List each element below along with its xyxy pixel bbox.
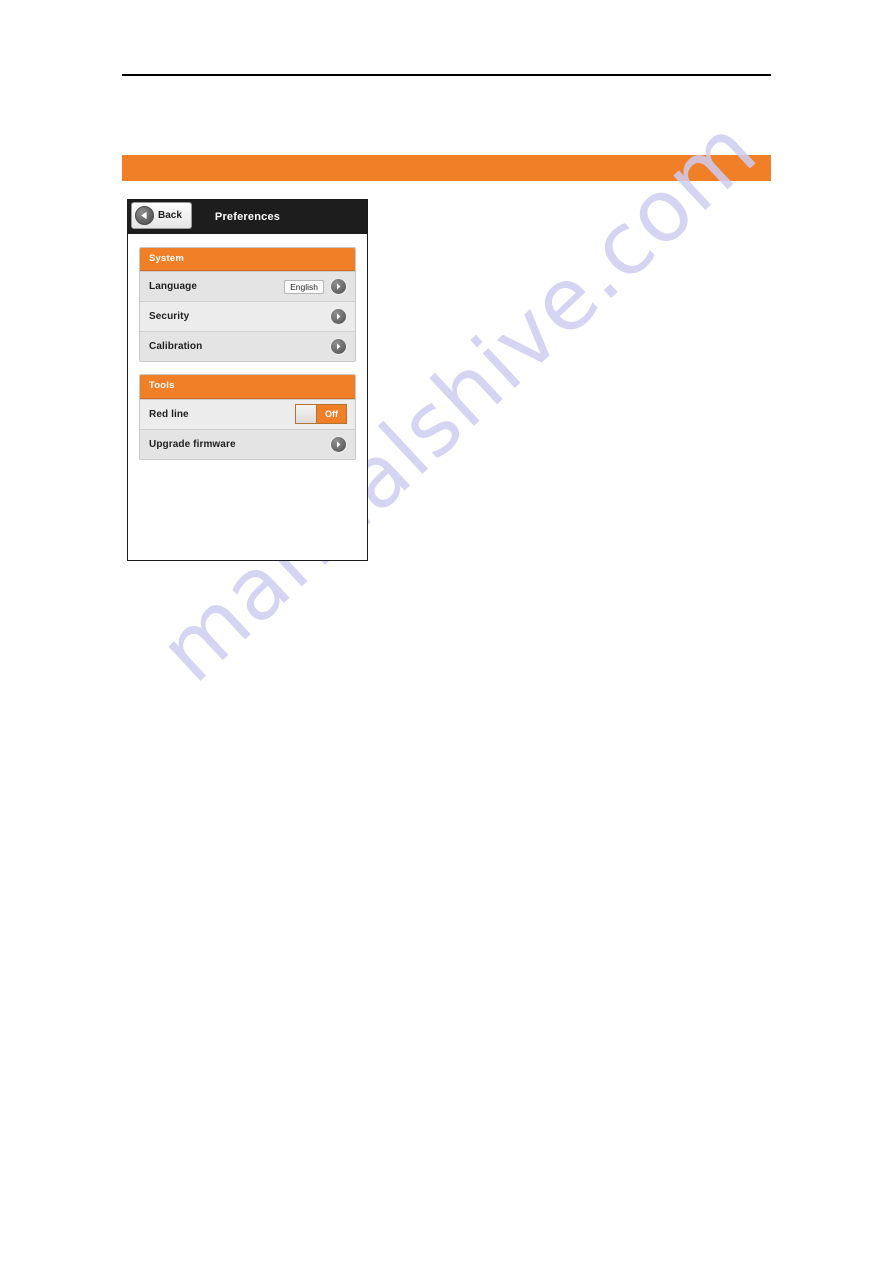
device-titlebar: Back Preferences (128, 200, 367, 234)
row-label: Security (149, 311, 190, 323)
settings-row-language[interactable]: Language English (140, 271, 355, 302)
settings-group-tools: Tools Red line Off Upgrade firmware (139, 374, 356, 460)
section-banner (122, 155, 771, 181)
group-header-tools: Tools (140, 375, 355, 399)
settings-row-security[interactable]: Security (140, 301, 355, 332)
arrow-left-circle-icon (135, 206, 154, 225)
chevron-right-icon[interactable] (330, 338, 347, 356)
group-header-system: System (140, 248, 355, 272)
device-screenshot: Back Preferences System Language English (127, 199, 368, 561)
header-rule (122, 74, 771, 76)
chevron-right-icon[interactable] (330, 278, 347, 296)
settings-row-red-line[interactable]: Red line Off (140, 398, 355, 429)
settings-group-system: System Language English Security Calibra… (139, 247, 356, 363)
settings-row-upgrade-firmware[interactable]: Upgrade firmware (140, 428, 355, 459)
back-button-label: Back (158, 209, 182, 221)
document-page: manualshive.com Back Preferences System … (0, 0, 893, 1263)
chevron-right-icon[interactable] (330, 308, 347, 326)
row-label: Red line (149, 408, 189, 420)
row-label: Language (149, 281, 198, 293)
toggle-knob[interactable] (296, 405, 317, 424)
chevron-right-icon[interactable] (330, 435, 347, 453)
language-value-badge[interactable]: English (284, 279, 324, 295)
row-label: Calibration (149, 341, 203, 353)
row-label: Upgrade firmware (149, 438, 236, 450)
settings-list: System Language English Security Calibra… (128, 234, 367, 560)
red-line-toggle[interactable]: Off (295, 404, 347, 425)
toggle-state-label: Off (317, 405, 346, 424)
back-button[interactable]: Back (131, 202, 192, 229)
settings-row-calibration[interactable]: Calibration (140, 331, 355, 362)
